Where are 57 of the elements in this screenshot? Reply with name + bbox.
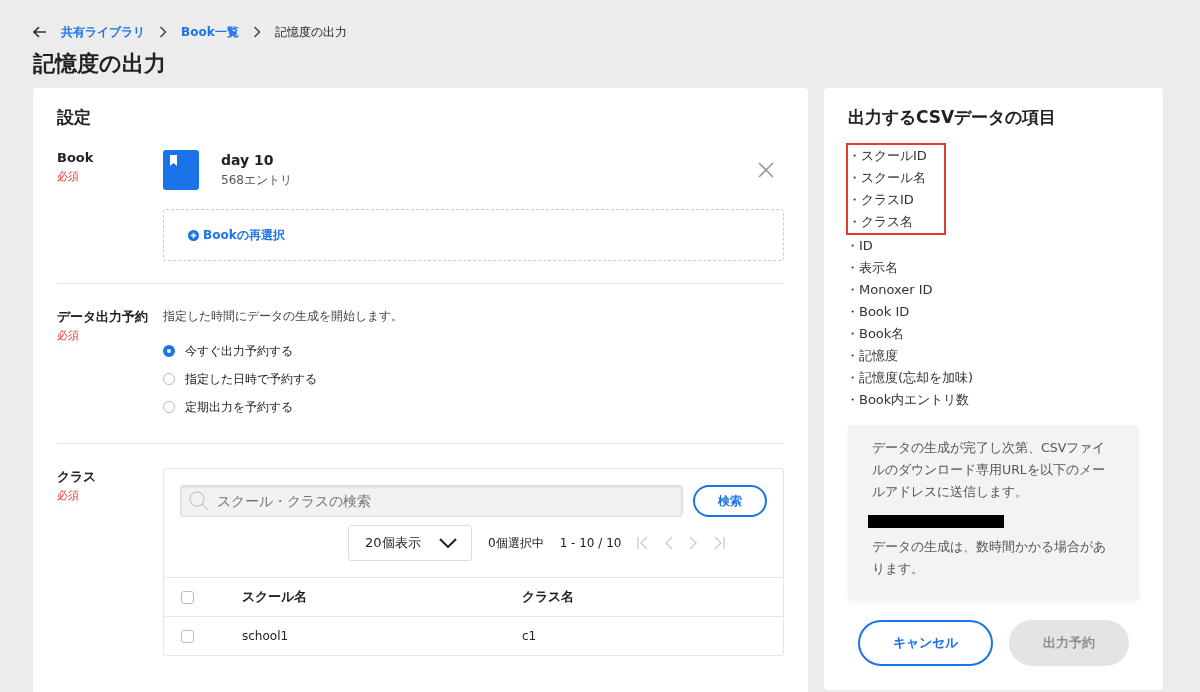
back-arrow-icon[interactable] — [33, 26, 47, 38]
field-label: データ出力予約 — [57, 308, 149, 326]
required-label: 必須 — [57, 328, 80, 343]
csv-item: ・ID — [846, 237, 874, 255]
field-label: クラス — [57, 468, 97, 486]
last-page-icon[interactable] — [713, 536, 726, 550]
csv-item: ・Book内エントリ数 — [846, 391, 971, 409]
notice-text: データの生成が完了し次第、CSVファイルのダウンロード専用URLを以下のメールアドレスに送信します。 — [872, 439, 1107, 501]
chevron-right-icon — [159, 26, 167, 38]
csv-item: ・記憶度 — [846, 347, 899, 365]
field-label: Book — [57, 149, 95, 167]
csv-item: ・記憶度(忘却を加味) — [846, 369, 975, 387]
csv-item: ・表示名 — [846, 259, 899, 277]
close-icon[interactable] — [758, 162, 774, 178]
csv-item: ・スクール名 — [848, 169, 927, 187]
entry-count: 568エントリ — [221, 171, 293, 189]
select-all-checkbox[interactable] — [181, 590, 194, 604]
book-name: day 10 — [221, 151, 275, 168]
page-size-dropdown[interactable]: 20個表示 — [348, 525, 472, 561]
search-field[interactable]: スクール・クラスの検索 — [180, 485, 683, 517]
table-cell: c1 — [522, 629, 537, 643]
breadcrumb-link[interactable]: 共有ライブラリ — [61, 23, 145, 41]
required-label: 必須 — [57, 488, 80, 503]
radio-option[interactable]: 指定した日時で予約する — [163, 365, 784, 393]
search-button[interactable]: 検索 — [693, 485, 767, 517]
section-title: 出力するCSVデータの項目 — [848, 106, 1058, 129]
section-title: 設定 — [57, 106, 92, 129]
table-cell-text: school1 — [242, 629, 290, 643]
chevron-right-icon — [252, 26, 261, 38]
breadcrumb-current: 記憶度の出力 — [274, 23, 347, 41]
previous-page-icon[interactable] — [665, 536, 674, 550]
page-title: 記憶度の出力 — [33, 50, 167, 78]
csv-item: ・Book名 — [846, 325, 906, 343]
csv-item: ・Monoxer ID — [846, 281, 934, 299]
required-label: 必須 — [57, 169, 80, 184]
column-header: スクール名 — [242, 588, 308, 606]
csv-item: ・Book ID — [846, 303, 911, 321]
book-icon — [163, 150, 199, 190]
radio-option[interactable]: 今すぐ出力予約する — [163, 337, 784, 365]
row-checkbox[interactable] — [181, 629, 194, 643]
radio-option[interactable]: 定期出力を予約する — [163, 393, 784, 421]
csv-item: ・クラス名 — [848, 213, 914, 231]
search-icon — [189, 491, 209, 511]
first-page-icon[interactable] — [637, 536, 650, 550]
csv-item: ・クラスID — [848, 191, 915, 209]
cancel-button[interactable]: キャンセル — [858, 620, 993, 666]
plus-circle-icon — [188, 229, 199, 241]
next-page-icon[interactable] — [689, 536, 698, 550]
page-range: 1 - 10 / 10 — [559, 536, 622, 550]
selected-count: 0個選択中 — [488, 534, 544, 552]
csv-item: ・スクールID — [848, 147, 928, 165]
notice-text: データの生成は、数時間かかる場合があります。 — [872, 538, 1107, 578]
column-header: クラス名 — [522, 588, 574, 606]
chevron-down-icon — [439, 538, 457, 548]
reselect-book-link[interactable]: Bookの再選択 — [188, 226, 285, 244]
breadcrumb-link[interactable]: Book一覧 — [181, 23, 239, 41]
description-text: 指定した時間にデータの生成を開始します。 — [163, 308, 404, 325]
